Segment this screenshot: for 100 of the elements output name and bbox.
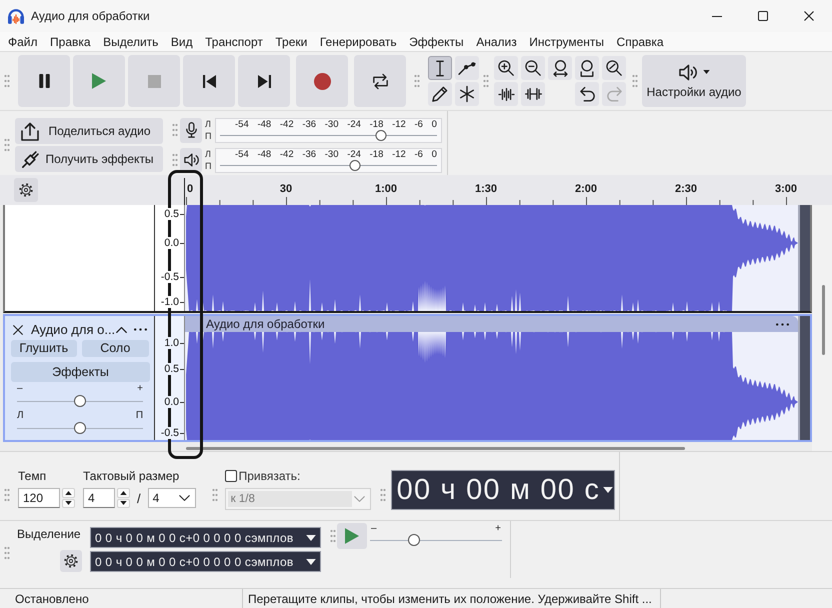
timeline-settings-button[interactable] [14, 178, 38, 202]
trim-button[interactable] [494, 82, 518, 106]
toolbar-grip[interactable] [4, 488, 10, 502]
track-menu-button[interactable] [134, 328, 147, 331]
audio-track[interactable]: Аудио для о... Глушить Соло Эффекты – + Л П 1.0 0.5 0.0 -0.5 Аудио для обработки [3, 314, 812, 442]
more-icon [134, 328, 147, 331]
play-at-speed-button[interactable] [337, 523, 367, 549]
skip-to-start-button[interactable] [183, 55, 235, 107]
toolbar-grip[interactable] [380, 488, 386, 502]
selection-time-field[interactable]: 0 0 ч 0 0 м 0 0 с+0 0 0 0 0 сэмплов [90, 551, 321, 572]
clip-title: Аудио для обработки [206, 317, 325, 331]
menu-item[interactable]: Эффекты [409, 34, 464, 50]
amplitude-label: -0.5 [160, 427, 179, 439]
scrollbar-thumb[interactable] [822, 285, 825, 355]
record-meter-button[interactable] [180, 118, 202, 142]
menu-item[interactable]: Транспорт [205, 34, 263, 50]
menu-item[interactable]: Анализ [476, 34, 517, 50]
close-track-button[interactable] [13, 324, 23, 334]
menu-item[interactable]: Справка [616, 34, 664, 50]
loop-button[interactable] [354, 55, 406, 107]
timeline-ruler[interactable]: 0 30 1:00 1:30 2:00 2:30 3:00 [0, 175, 832, 205]
menu-item[interactable]: Треки [275, 34, 308, 50]
zoom-out-button[interactable] [521, 56, 545, 80]
speaker-icon [678, 64, 696, 80]
timeline-label: 1:00 [374, 183, 398, 196]
menu-item[interactable]: Правка [50, 34, 91, 50]
spin-down-button[interactable] [117, 498, 130, 508]
status-text: Остановлено [0, 589, 243, 608]
multi-tool-button[interactable] [455, 82, 479, 106]
silence-button[interactable] [521, 82, 545, 106]
audio-waveform[interactable] [185, 205, 798, 311]
toolbar-grip[interactable] [4, 546, 10, 560]
toolbar-grip[interactable] [4, 138, 10, 152]
time-signature-separator: / [137, 490, 141, 506]
effects-button[interactable]: Эффекты [11, 362, 150, 382]
beat-unit-dropdown[interactable]: 4 [148, 488, 196, 508]
tempo-field[interactable]: 120 [18, 488, 60, 508]
headphones-logo-icon [8, 8, 24, 24]
microphone-icon [186, 122, 196, 138]
skip-to-end-button[interactable] [238, 55, 290, 107]
track-name[interactable]: Аудио для о... [31, 322, 116, 337]
spin-up-button[interactable] [117, 488, 130, 498]
zoom-toggle-button[interactable] [602, 56, 626, 80]
record-button[interactable] [296, 55, 348, 107]
share-audio-button[interactable]: Поделиться аудио [15, 118, 163, 144]
toolbar-grip[interactable] [172, 123, 178, 137]
speaker-icon [184, 153, 198, 167]
toolbar-grip[interactable] [483, 74, 489, 88]
mute-button[interactable]: Глушить [11, 340, 76, 357]
menu-item[interactable]: Генерировать [320, 34, 397, 50]
clip-header[interactable]: Аудио для обработки [185, 316, 798, 332]
amplitude-label: -1.0 [160, 296, 179, 308]
meter-scale-label: -30 [324, 150, 338, 160]
slider-thumb[interactable] [375, 130, 386, 140]
spin-up-button[interactable] [62, 488, 75, 498]
playback-meter-button[interactable] [180, 148, 202, 172]
selection-settings-button[interactable] [60, 550, 82, 572]
pause-button[interactable] [18, 55, 70, 107]
menu-item[interactable]: Файл [8, 34, 38, 50]
get-effects-button[interactable]: Получить эффекты [15, 146, 163, 172]
snap-checkbox[interactable] [224, 470, 237, 482]
toolbar-grip[interactable] [172, 153, 178, 167]
draw-tool-button[interactable] [428, 82, 452, 106]
scrollbar-thumb[interactable] [186, 447, 685, 450]
slider-thumb[interactable] [74, 395, 86, 407]
collapse-track-button[interactable] [116, 326, 127, 332]
envelope-tool-button[interactable] [455, 56, 479, 80]
toolbar-grip[interactable] [330, 529, 336, 543]
solo-button[interactable]: Соло [82, 340, 149, 357]
slider-thumb[interactable] [74, 422, 86, 434]
audio-waveform[interactable] [185, 332, 798, 440]
audio-track[interactable]: 0.5 0.0 -0.5 -1.0 [3, 205, 812, 313]
toolbar-grip[interactable] [4, 74, 10, 88]
beats-field[interactable]: 4 [83, 488, 115, 508]
meter-scale-label: -6 [414, 120, 423, 130]
audio-setup-button[interactable]: Настройки аудио [642, 55, 746, 107]
menu-item[interactable]: Инструменты [529, 34, 604, 50]
slider-thumb[interactable] [408, 534, 420, 546]
snap-dropdown[interactable]: к 1/8 [224, 488, 371, 510]
meter-scale-label: -24 [347, 150, 361, 160]
slider-thumb[interactable] [349, 160, 360, 170]
close-icon [804, 11, 814, 21]
amplitude-label: 0.5 [163, 363, 179, 375]
toolbar-grip[interactable] [632, 74, 638, 88]
zoom-in-button[interactable] [494, 56, 518, 80]
meter-scale-label: -48 [257, 150, 272, 160]
toolbar-grip[interactable] [414, 74, 420, 88]
fit-project-button[interactable] [575, 56, 599, 80]
channel-label: Л [205, 118, 212, 130]
selection-time-field[interactable]: 0 0 ч 0 0 м 0 0 с+0 0 0 0 0 сэмплов [90, 527, 321, 548]
toolbar-grip[interactable] [212, 488, 218, 502]
spin-down-button[interactable] [62, 498, 75, 508]
undo-button[interactable] [575, 82, 599, 106]
amplitude-label: 0.0 [163, 396, 179, 408]
fit-selection-button[interactable] [548, 56, 572, 80]
time-display[interactable]: 00 ч 00 м 00 с [390, 470, 615, 510]
menu-item[interactable]: Вид [170, 34, 193, 50]
selection-tool-button[interactable] [428, 56, 452, 80]
menu-item[interactable]: Выделить [103, 34, 158, 50]
spin-up-icon [65, 490, 72, 495]
